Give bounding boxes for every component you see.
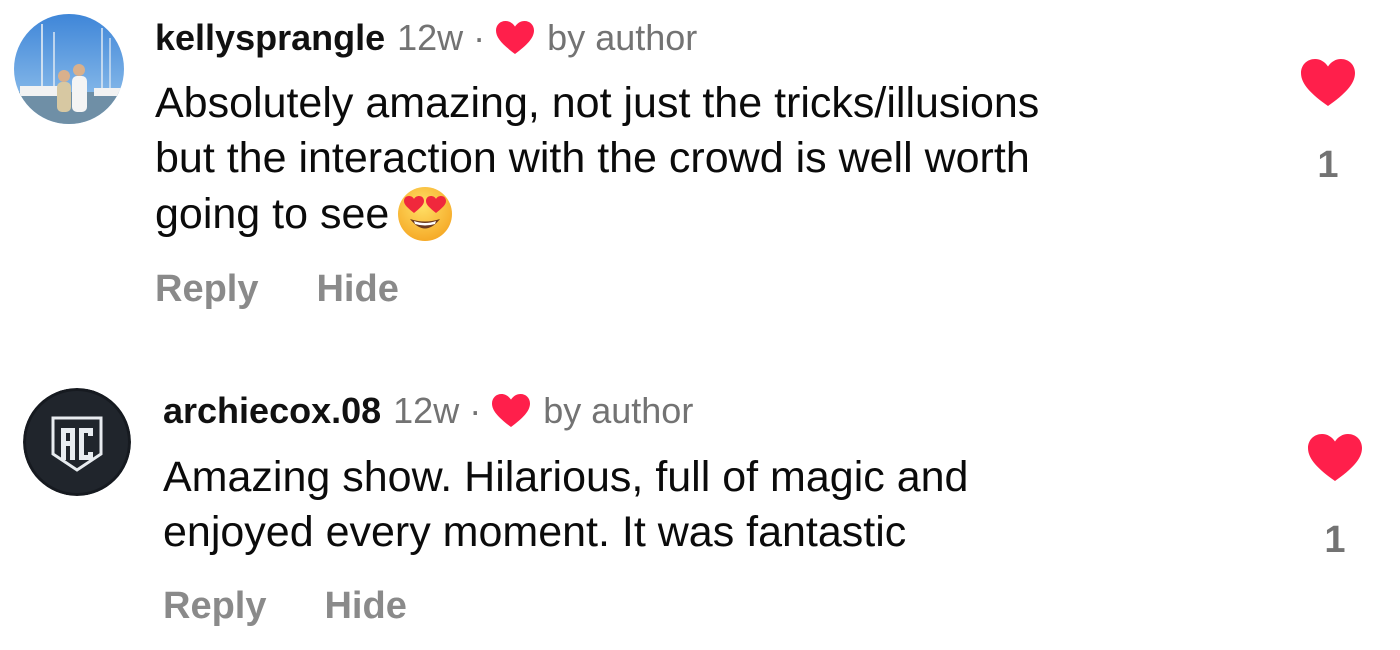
comment-text: Amazing show. Hilarious, full of magic a… — [163, 450, 1243, 560]
separator-dot: · — [473, 17, 486, 58]
like-heart-icon[interactable] — [1300, 58, 1356, 108]
liked-by-author-label: by author — [543, 390, 694, 431]
comment-actions: Reply Hide — [163, 585, 407, 628]
comment-text-line: but the interaction with the crowd is we… — [155, 134, 1030, 182]
username[interactable]: archiecox.08 — [163, 390, 381, 432]
comment-meta: archiecox.08 12w · by author — [163, 386, 693, 436]
comment-text: Absolutely amazing, not just the tricks/… — [155, 76, 1235, 242]
reply-button[interactable]: Reply — [163, 585, 266, 628]
heart-eyes-emoji-icon — [397, 186, 453, 242]
comment-actions: Reply Hide — [155, 268, 399, 311]
timestamp: 12w — [393, 390, 460, 431]
avatar[interactable] — [23, 388, 131, 496]
comment: archiecox.08 12w · by author Amazing sho… — [0, 375, 1400, 650]
like-heart-icon[interactable] — [1307, 433, 1363, 483]
like-count: 1 — [1324, 519, 1346, 561]
comment-meta: kellysprangle 12w · by author — [155, 13, 697, 63]
separator-dot: · — [469, 390, 482, 431]
hide-button[interactable]: Hide — [324, 585, 406, 628]
comment: kellysprangle 12w · by author Absolutely… — [0, 0, 1400, 330]
photo-avatar-icon — [14, 14, 124, 124]
avatar[interactable] — [14, 14, 124, 124]
timestamp: 12w — [397, 17, 464, 58]
like-count: 1 — [1317, 144, 1339, 186]
heart-icon — [495, 20, 535, 56]
comment-text-line: enjoyed every moment. It was fantastic — [163, 508, 907, 556]
reply-button[interactable]: Reply — [155, 268, 258, 311]
comment-text-line: Amazing show. Hilarious, full of magic a… — [163, 453, 969, 501]
like-column: 1 — [1295, 433, 1375, 562]
comment-text-segment: going to see — [155, 190, 390, 238]
username[interactable]: kellysprangle — [155, 17, 385, 59]
heart-icon — [491, 393, 531, 429]
comment-text-line: Absolutely amazing, not just the tricks/… — [155, 79, 1040, 127]
liked-by-author-label: by author — [547, 17, 698, 58]
like-column: 1 — [1288, 58, 1368, 187]
ac-logo-avatar-icon — [23, 388, 131, 496]
comment-text-line: going to see — [155, 186, 1235, 242]
hide-button[interactable]: Hide — [316, 268, 398, 311]
